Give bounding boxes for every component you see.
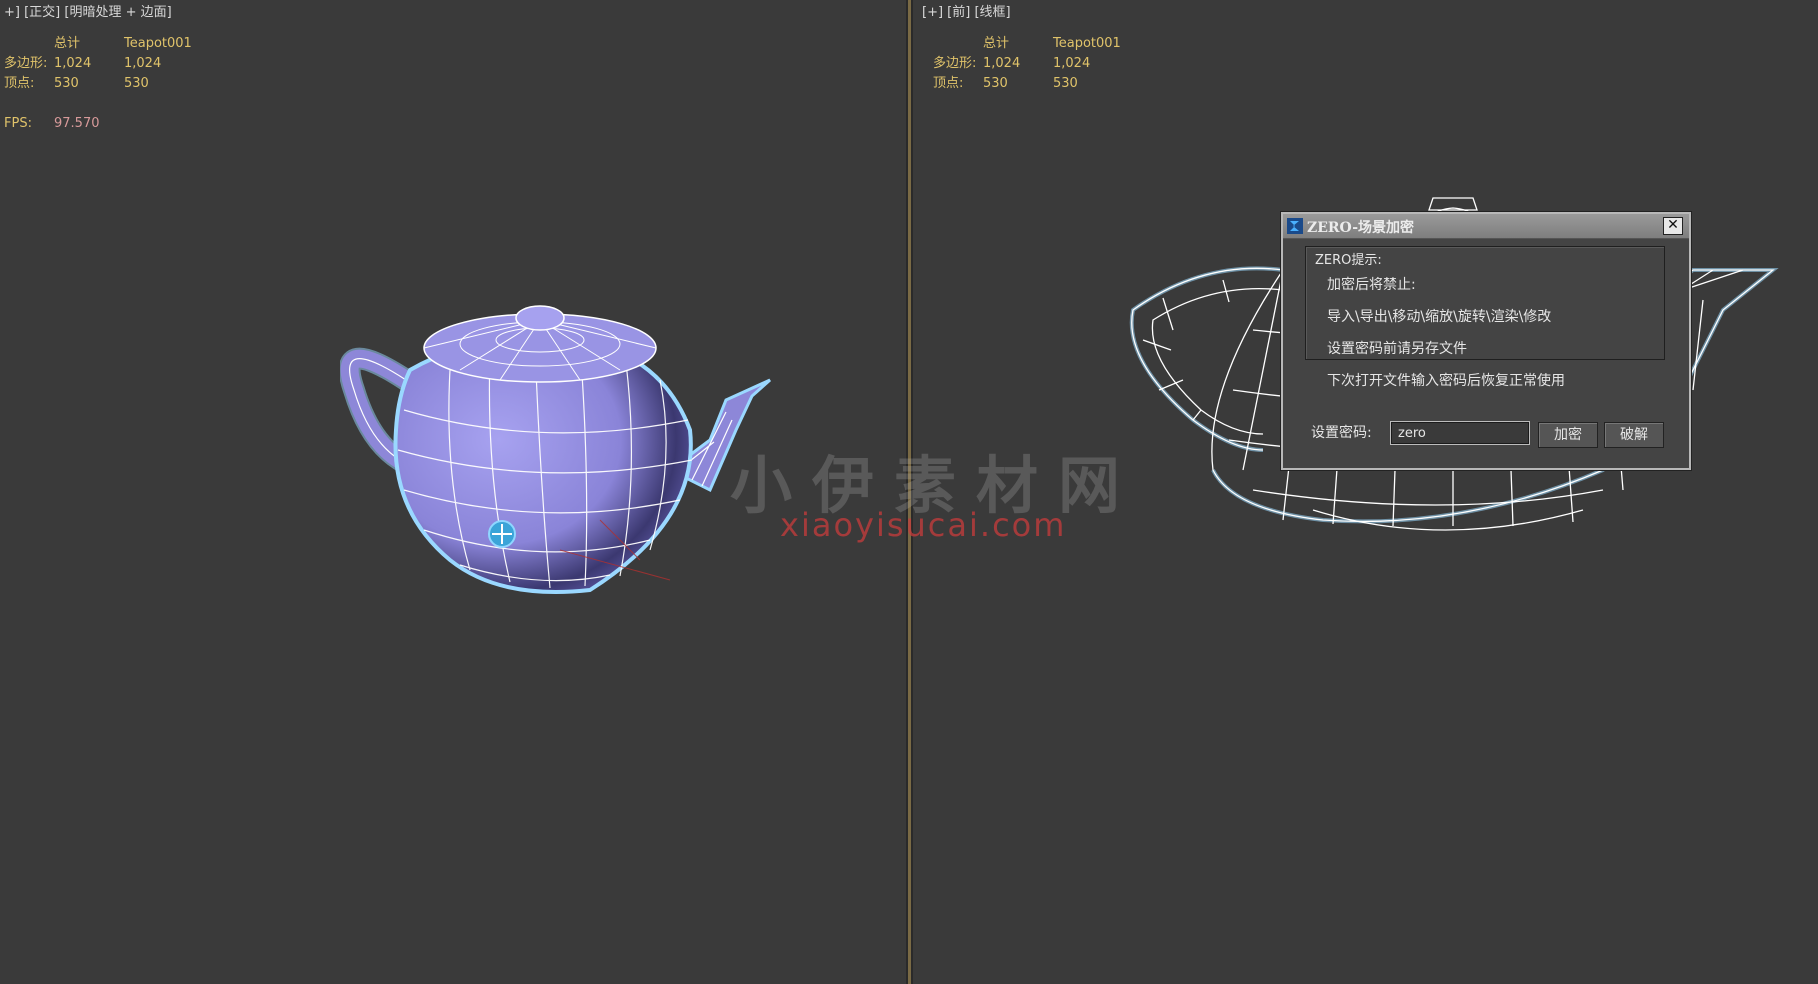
fps-row: FPS: 97.570 [4,114,224,134]
dialog-titlebar[interactable]: ZERO-场景加密 ✕ [1283,214,1689,239]
notice-group-title: ZERO提示: [1313,249,1384,268]
polygons-label: 多边形: [933,56,977,71]
stats-header-object: Teapot001 [1053,36,1121,51]
fps-value: 97.570 [54,116,100,131]
polygons-object: 1,024 [1053,56,1091,71]
polygons-label: 多边形: [4,56,48,71]
crack-button[interactable]: 破解 [1604,422,1664,448]
vertices-object: 530 [124,76,149,91]
password-label: 设置密码: [1311,425,1372,441]
vertices-label: 顶点: [933,76,964,91]
vertices-total: 530 [54,76,79,91]
scene-encrypt-dialog[interactable]: ZERO-场景加密 ✕ ZERO提示: 加密后将禁止: 导入\导出\移动\缩放\… [1281,212,1691,470]
polygons-object: 1,024 [124,56,162,71]
viewport-label[interactable]: [+] [前] [线框] [922,1,1011,20]
polygons-total: 1,024 [983,56,1021,71]
watermark-url: xiaoyisucai.com [780,506,1067,544]
stats-header-total: 总计 [54,36,81,51]
fps-label: FPS: [4,116,32,131]
notice-line: 设置密码前请另存文件 [1327,341,1467,357]
stats-overlay: 总计 Teapot001 多边形: 1,024 1,024 顶点: 530 530 [933,34,1153,94]
dialog-title: ZERO-场景加密 [1307,220,1415,236]
vertices-label: 顶点: [4,76,35,91]
notice-line: 导入\导出\移动\缩放\旋转\渲染\修改 [1327,309,1552,325]
viewport-label[interactable]: +] [正交] [明暗处理 + 边面] [4,1,172,20]
encrypt-button[interactable]: 加密 [1538,422,1598,448]
stats-overlay: 总计 Teapot001 多边形: 1,024 1,024 顶点: 530 530 FPS… [4,34,224,134]
notice-line: 加密后将禁止: [1327,277,1416,293]
vertices-object: 530 [1053,76,1078,91]
vertices-total: 530 [983,76,1008,91]
stats-header-total: 总计 [983,36,1010,51]
close-icon[interactable]: ✕ [1663,217,1683,235]
stats-header-object: Teapot001 [124,36,192,51]
password-input[interactable] [1390,421,1530,445]
notice-line: 下次打开文件输入密码后恢复正常使用 [1327,373,1565,389]
app-logo-icon [1287,218,1303,234]
polygons-total: 1,024 [54,56,92,71]
